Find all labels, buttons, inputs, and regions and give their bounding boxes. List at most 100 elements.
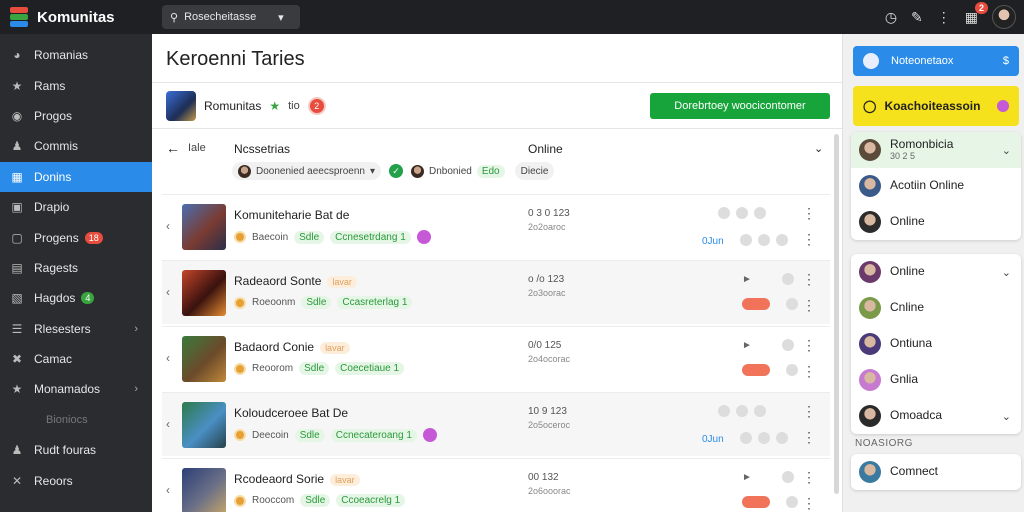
chevron-left-icon[interactable]: ‹ xyxy=(166,351,170,365)
more-vertical-icon[interactable]: ⋮ xyxy=(802,337,816,354)
search-input[interactable] xyxy=(184,11,273,23)
toggle[interactable] xyxy=(742,364,770,376)
sidebar-item-9[interactable]: ☰ Rlesesters › xyxy=(0,314,152,344)
chevron-down-icon[interactable]: ⌄ xyxy=(1002,410,1011,423)
group-thumbnail[interactable] xyxy=(166,91,196,121)
game-thumbnail[interactable] xyxy=(182,468,226,512)
contact-item[interactable]: Omoadca ⌄ xyxy=(851,398,1021,434)
sidebar-item-12[interactable]: Bioniocs xyxy=(0,405,152,435)
blue-action-button[interactable]: Noteonetaox $ xyxy=(853,46,1019,76)
game-thumbnail[interactable] xyxy=(182,402,226,448)
brand[interactable]: Komunitas xyxy=(0,6,152,28)
row-title[interactable]: Komuniteharie Bat de xyxy=(234,208,349,222)
table-row[interactable]: ‹ Koloudceroee Bat De Deecoin Sdle Ccnecater… xyxy=(162,392,830,456)
sidebar-item-13[interactable]: ♟ Rudt fouras xyxy=(0,435,152,465)
sidebar-item-11[interactable]: ★ Monamados › xyxy=(0,374,152,404)
row-title[interactable]: Rcodeaord Sorie lavar xyxy=(234,472,360,486)
chevron-left-icon[interactable]: ‹ xyxy=(166,219,170,233)
gear-icon[interactable] xyxy=(718,207,730,219)
game-thumbnail[interactable] xyxy=(182,270,226,316)
table-row[interactable]: ‹ Rcodeaord Sorie lavar Rooccom Sdle Ccoeacre… xyxy=(162,458,830,512)
app-logo-icon xyxy=(8,6,30,28)
more-vertical-icon[interactable]: ⋮ xyxy=(802,271,816,288)
toggle[interactable] xyxy=(742,496,770,508)
sidebar-item-8[interactable]: ▧ Hagdos 4 xyxy=(0,283,152,313)
game-thumbnail[interactable] xyxy=(182,336,226,382)
sidebar-item-5[interactable]: ▣ Drapio xyxy=(0,192,152,222)
table-row[interactable]: ‹ Radeaord Sonte lavar Roeoonm Sdle Ccasreter… xyxy=(162,260,830,324)
more-vertical-icon[interactable]: ⋮ xyxy=(802,363,816,380)
column-header-name[interactable]: Ncssetrias xyxy=(234,142,290,156)
yellow-action-button[interactable]: ◯ Koachoiteassoin xyxy=(853,86,1019,126)
chevron-down-icon[interactable]: ⌄ xyxy=(1002,144,1011,157)
contact-item[interactable]: Online ⌄ xyxy=(851,254,1021,290)
sidebar-item-2[interactable]: ◉ Progos xyxy=(0,101,152,131)
chevron-down-icon[interactable]: ▾ xyxy=(278,11,284,24)
info-icon[interactable] xyxy=(781,273,794,285)
play-icon[interactable]: ► xyxy=(742,472,752,483)
contact-item[interactable]: Romonbicia 30 2 5 ⌄ xyxy=(851,132,1021,168)
gear-icon[interactable] xyxy=(718,405,730,417)
chevron-left-icon[interactable]: ‹ xyxy=(166,483,170,497)
play-icon[interactable]: ► xyxy=(742,274,752,285)
contact-item[interactable]: Gnlia xyxy=(851,362,1021,398)
sidebar-item-14[interactable]: ✕ Reoors xyxy=(0,465,152,495)
sidebar-item-0[interactable]: ◕ Romanias xyxy=(0,40,152,70)
chevron-down-icon[interactable]: ⌄ xyxy=(1002,266,1011,279)
sidebar-item-10[interactable]: ✖ Camac xyxy=(0,344,152,374)
back-arrow-icon[interactable]: ← xyxy=(166,140,180,156)
game-thumbnail[interactable] xyxy=(182,204,226,250)
more-vertical-icon[interactable]: ⋮ xyxy=(802,495,816,512)
contact-item[interactable]: Acotiin Online xyxy=(851,168,1021,204)
chevron-down-icon[interactable]: ⌄ xyxy=(814,142,823,155)
check-icon[interactable]: ✓ xyxy=(389,164,404,178)
row-title[interactable]: Badaord Conie lavar xyxy=(234,340,350,354)
info-icon[interactable] xyxy=(786,298,798,310)
table-row[interactable]: ‹ Komuniteharie Bat de Baecoin Sdle Ccnesetr… xyxy=(162,194,830,258)
play-icon[interactable]: ► xyxy=(742,340,752,351)
info-icon[interactable] xyxy=(786,364,798,376)
more-vertical-icon[interactable]: ⋮ xyxy=(802,403,816,420)
more-vertical-icon[interactable]: ⋮ xyxy=(802,231,816,248)
toggle[interactable] xyxy=(742,298,770,310)
owner-chip[interactable]: Dnbonied Edo xyxy=(411,162,505,180)
scrollbar[interactable] xyxy=(834,134,839,494)
info-icon[interactable] xyxy=(781,471,794,483)
more-vertical-icon[interactable]: ⋮ xyxy=(802,469,816,486)
column-header-status[interactable]: Online xyxy=(528,142,563,156)
contact-item[interactable]: Ontiuna xyxy=(851,326,1021,362)
sidebar-item-7[interactable]: ▤ Ragests xyxy=(0,253,152,283)
sidebar-item-3[interactable]: ♟ Commis xyxy=(0,131,152,161)
edit-icon[interactable]: ✎ xyxy=(911,9,923,26)
chat-icon: ◯ xyxy=(863,99,877,113)
chevron-left-icon[interactable]: ‹ xyxy=(166,285,170,299)
more-vertical-icon[interactable]: ⋮ xyxy=(937,9,951,26)
sidebar-item-label: Progos xyxy=(34,108,73,123)
user-avatar[interactable] xyxy=(992,5,1016,29)
back-label[interactable]: Iale xyxy=(188,142,206,154)
contact-item[interactable]: Cnline xyxy=(851,290,1021,326)
primary-action-button[interactable]: Dorebrtoey woocicontomer xyxy=(650,93,830,119)
notifications-button[interactable]: ▦ 2 xyxy=(965,1,988,26)
more-vertical-icon[interactable]: ⋮ xyxy=(802,297,816,314)
clock-icon[interactable]: ◷ xyxy=(885,9,897,26)
avatar xyxy=(863,53,879,69)
sidebar-item-6[interactable]: ▢ Progens 18 xyxy=(0,222,152,252)
status-chip[interactable]: Diecie xyxy=(514,162,555,180)
sidebar-item-1[interactable]: ★ Rams xyxy=(0,70,152,100)
filter-chip[interactable]: Doonenied aeecsproenn ▾ xyxy=(232,162,382,180)
avatar xyxy=(859,175,881,197)
sidebar-item-4[interactable]: ▦ Donins xyxy=(0,161,158,192)
row-title[interactable]: Koloudceroee Bat De xyxy=(234,406,348,420)
table-row[interactable]: ‹ Badaord Conie lavar Reoorom Sdle Coecetiaue… xyxy=(162,326,830,390)
contact-item[interactable]: Comnect xyxy=(851,454,1021,490)
search-box[interactable]: ⚲ ▾ xyxy=(162,5,300,29)
group-name[interactable]: Romunitas xyxy=(204,99,261,113)
row-title[interactable]: Radeaord Sonte lavar xyxy=(234,274,357,288)
more-vertical-icon[interactable]: ⋮ xyxy=(802,429,816,446)
info-icon[interactable] xyxy=(781,339,794,351)
more-vertical-icon[interactable]: ⋮ xyxy=(802,205,816,222)
info-icon[interactable] xyxy=(786,496,798,508)
contact-item[interactable]: Online xyxy=(851,204,1021,240)
chevron-left-icon[interactable]: ‹ xyxy=(166,417,170,431)
